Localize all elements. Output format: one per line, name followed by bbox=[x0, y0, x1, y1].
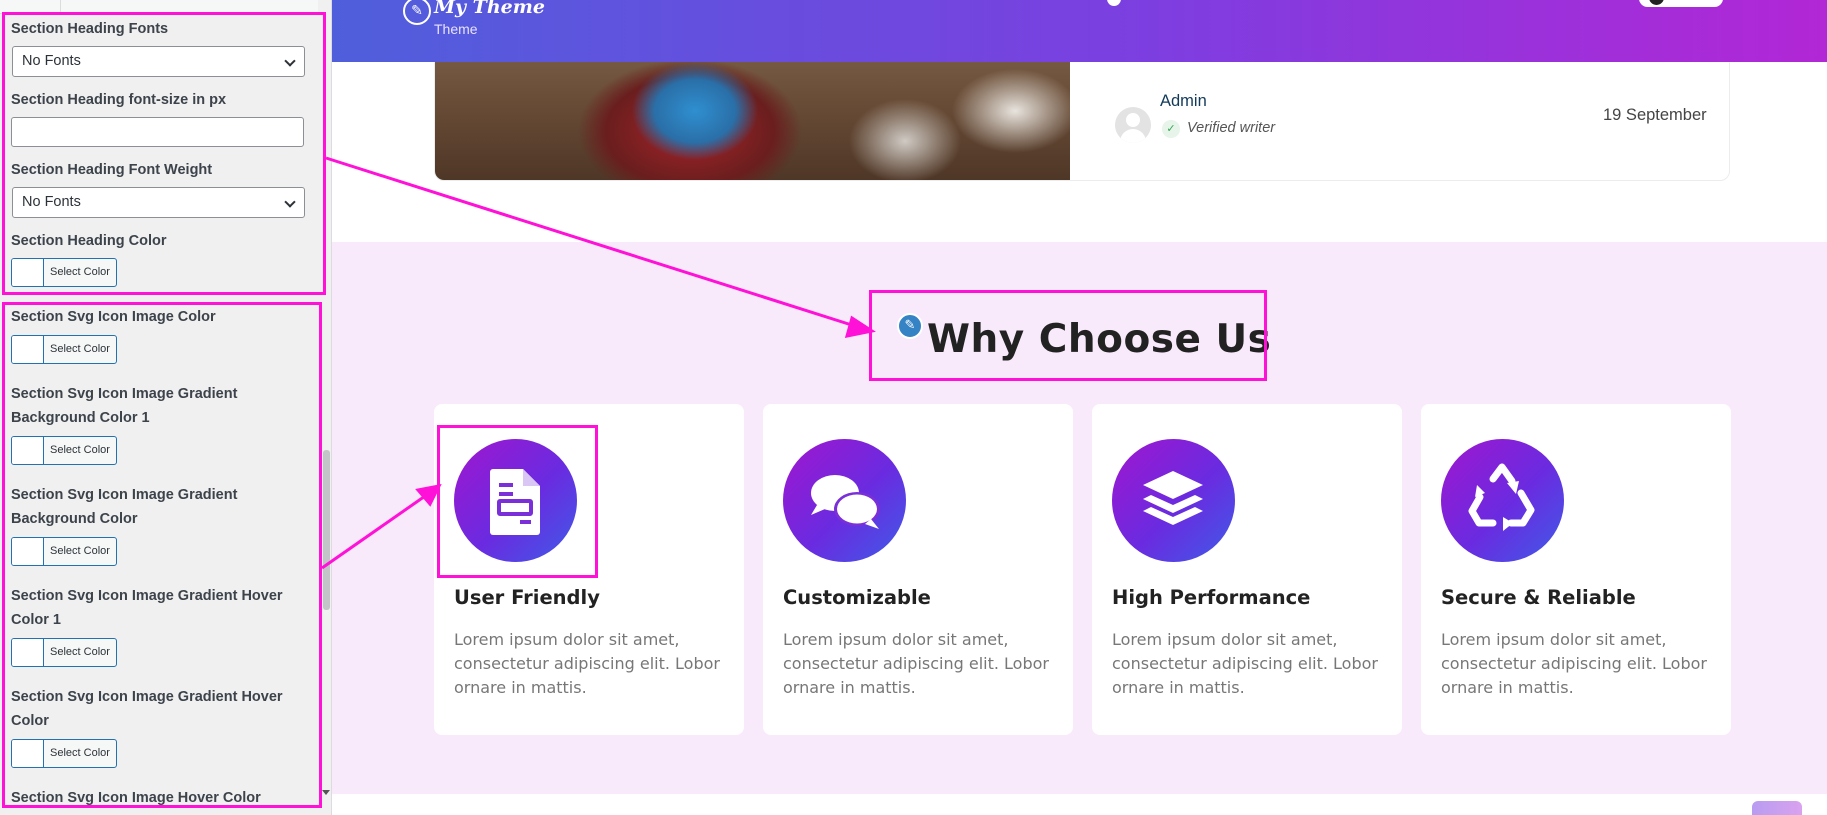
scroll-to-top-button[interactable] bbox=[1752, 801, 1802, 815]
svg-grad-hover-button[interactable]: Select Color bbox=[11, 739, 117, 768]
feature-title: Secure & Reliable bbox=[1441, 586, 1636, 609]
label-line: Section Svg Icon Image Gradient bbox=[11, 386, 238, 402]
feature-icon-circle bbox=[783, 439, 906, 562]
feature-description: Lorem ipsum dolor sit amet, consectetur … bbox=[783, 630, 1049, 697]
color-swatch bbox=[12, 259, 44, 286]
site-title[interactable]: My Theme bbox=[434, 0, 545, 18]
feature-title: High Performance bbox=[1112, 586, 1311, 609]
heading-weight-label: Section Heading Font Weight bbox=[11, 162, 213, 178]
label-line: Background Color bbox=[11, 511, 138, 527]
avatar bbox=[1115, 107, 1151, 143]
heading-fonts-label: Section Heading Fonts bbox=[11, 21, 169, 37]
feature-icon-circle bbox=[1112, 439, 1235, 562]
panel-top-strip bbox=[0, 0, 318, 14]
document-icon bbox=[490, 469, 540, 535]
section-heading: Why Choose Us bbox=[927, 317, 1272, 362]
heading-fonts-value: No Fonts bbox=[22, 53, 81, 69]
select-color-label: Select Color bbox=[50, 444, 110, 456]
header-dot-icon bbox=[1107, 0, 1121, 6]
panel-scrollbar-thumb[interactable] bbox=[323, 450, 330, 610]
feature-title: Customizable bbox=[783, 586, 931, 609]
heading-size-input[interactable] bbox=[11, 117, 304, 147]
post-date: 19 September bbox=[1603, 106, 1707, 124]
feature-card: Customizable Lorem ipsum dolor sit amet,… bbox=[763, 404, 1073, 735]
svg-icon-color-label: Section Svg Icon Image Color bbox=[11, 309, 216, 325]
svg-grad-hover-label: Section Svg Icon Image Gradient Hover Co… bbox=[11, 685, 283, 733]
feature-card: Secure & Reliable Lorem ipsum dolor sit … bbox=[1421, 404, 1731, 735]
svg-grad-hover1-button[interactable]: Select Color bbox=[11, 638, 117, 667]
svg-grad-hover1-label: Section Svg Icon Image Gradient Hover Co… bbox=[11, 584, 283, 632]
color-swatch bbox=[12, 538, 44, 565]
label-line: Section Svg Icon Image Gradient Hover bbox=[11, 588, 283, 604]
chevron-down-icon bbox=[284, 55, 296, 67]
color-swatch bbox=[12, 437, 44, 464]
site-tagline: Theme bbox=[434, 21, 478, 37]
label-line: Color 1 bbox=[11, 612, 61, 628]
heading-weight-select[interactable]: No Fonts bbox=[12, 187, 305, 218]
why-choose-us-section: ✎ Why Choose Us User Friendly Lorem ipsu… bbox=[332, 242, 1827, 794]
recycle-icon bbox=[1468, 463, 1535, 531]
feature-card: High Performance Lorem ipsum dolor sit a… bbox=[1092, 404, 1402, 735]
feature-card: User Friendly Lorem ipsum dolor sit amet… bbox=[434, 404, 744, 735]
scroll-down-arrow-icon[interactable] bbox=[322, 790, 330, 795]
layers-icon bbox=[1143, 471, 1203, 525]
next-section-strip bbox=[332, 794, 1827, 815]
site-preview: Admin ✓ Verified writer 19 September ✎ M… bbox=[332, 0, 1827, 815]
check-icon: ✓ bbox=[1162, 120, 1180, 138]
label-line: Color bbox=[11, 713, 49, 729]
verified-label: Verified writer bbox=[1187, 120, 1276, 136]
panel-scrollbar[interactable] bbox=[321, 0, 331, 815]
svg-grad-bg-button[interactable]: Select Color bbox=[11, 537, 117, 566]
post-author[interactable]: Admin bbox=[1160, 92, 1207, 111]
heading-size-label: Section Heading font-size in px bbox=[11, 92, 227, 108]
edit-shortcut-icon[interactable]: ✎ bbox=[897, 313, 923, 339]
svg-icon-color-button[interactable]: Select Color bbox=[11, 335, 117, 364]
feature-title: User Friendly bbox=[454, 586, 600, 609]
customizer-panel: Section Heading Fonts No Fonts Section H… bbox=[0, 0, 332, 815]
heading-color-label: Section Heading Color bbox=[11, 233, 167, 249]
heading-fonts-select[interactable]: No Fonts bbox=[12, 46, 305, 77]
svg-grad-bg-label: Section Svg Icon Image Gradient Backgrou… bbox=[11, 483, 237, 531]
heading-color-button[interactable]: Select Color bbox=[11, 258, 117, 287]
label-line: Background Color 1 bbox=[11, 410, 150, 426]
select-color-label: Select Color bbox=[50, 266, 110, 278]
color-swatch bbox=[12, 740, 44, 767]
select-color-label: Select Color bbox=[50, 545, 110, 557]
svg-hover-color-label: Section Svg Icon Image Hover Color bbox=[11, 790, 261, 806]
feature-description: Lorem ipsum dolor sit amet, consectetur … bbox=[1112, 630, 1378, 697]
site-header: ✎ My Theme Theme bbox=[332, 0, 1827, 62]
feature-description: Lorem ipsum dolor sit amet, consectetur … bbox=[454, 630, 720, 697]
label-line: Section Svg Icon Image Gradient bbox=[11, 487, 238, 503]
select-color-label: Select Color bbox=[50, 343, 110, 355]
color-swatch bbox=[12, 639, 44, 666]
feature-description: Lorem ipsum dolor sit amet, consectetur … bbox=[1441, 630, 1707, 697]
feature-icon-circle bbox=[1441, 439, 1564, 562]
feature-icon-circle bbox=[454, 439, 577, 562]
heading-weight-value: No Fonts bbox=[22, 194, 81, 210]
select-color-label: Select Color bbox=[50, 646, 110, 658]
header-toggle[interactable] bbox=[1639, 0, 1723, 7]
pencil-icon[interactable]: ✎ bbox=[403, 0, 431, 25]
select-color-label: Select Color bbox=[50, 747, 110, 759]
chat-bubbles-icon bbox=[811, 475, 880, 529]
chevron-down-icon bbox=[284, 196, 296, 208]
svg-grad-bg1-label: Section Svg Icon Image Gradient Backgrou… bbox=[11, 382, 237, 430]
label-line: Section Svg Icon Image Gradient Hover bbox=[11, 689, 283, 705]
color-swatch bbox=[12, 336, 44, 363]
svg-grad-bg1-button[interactable]: Select Color bbox=[11, 436, 117, 465]
